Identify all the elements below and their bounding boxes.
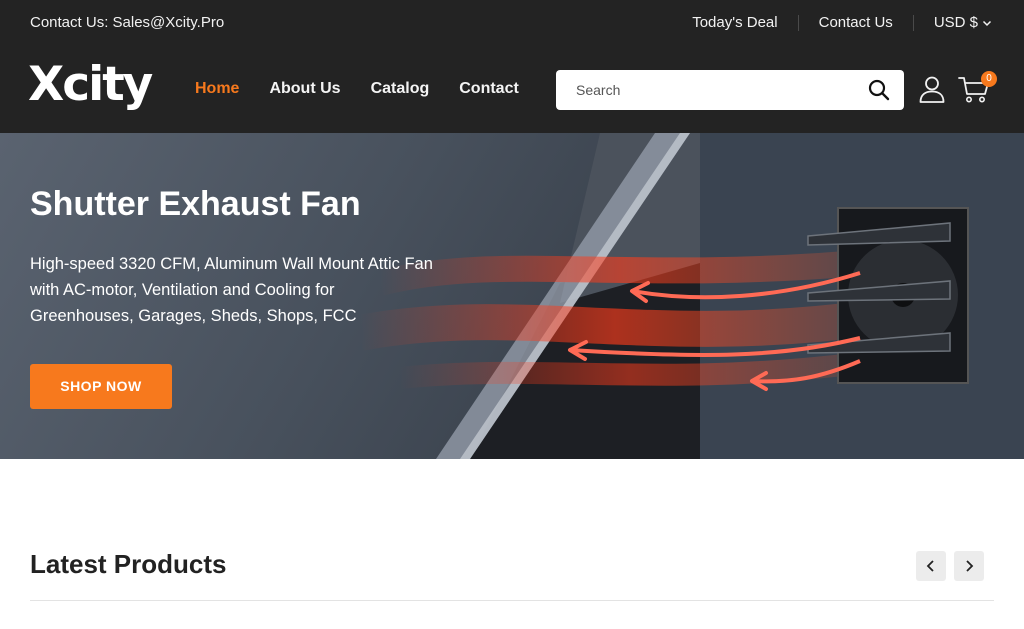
nav-home[interactable]: Home [195,80,239,98]
logo-text: Xcity [28,57,153,112]
nav-contact[interactable]: Contact [459,80,519,98]
user-icon[interactable] [918,75,946,103]
xcity-logo[interactable]: Xcity [28,56,164,122]
main-nav: Home About Us Catalog Contact [195,80,519,98]
search-input[interactable] [556,70,856,110]
hero-description: High-speed 3320 CFM, Aluminum Wall Mount… [30,255,433,325]
prev-button[interactable] [916,551,946,581]
top-bar: Contact Us: Sales@Xcity.Pro Today's Deal… [0,0,1024,46]
todays-deal-link[interactable]: Today's Deal [672,14,797,31]
search-icon[interactable] [868,79,890,101]
cart-count-badge: 0 [981,71,997,87]
hero-banner: Shutter Exhaust Fan High-speed 3320 CFM,… [0,133,1024,459]
currency-label: USD $ [933,14,978,31]
hero-title: Shutter Exhaust Fan [30,185,361,223]
top-links: Today's Deal Contact Us USD $ [672,14,992,31]
contact-email[interactable]: Contact Us: Sales@Xcity.Pro [30,14,224,31]
latest-products-title: Latest Products [30,549,227,579]
contact-us-link[interactable]: Contact Us [799,14,913,31]
nav-about-us[interactable]: About Us [269,80,340,98]
chevron-right-icon [966,560,974,572]
shop-now-button[interactable]: SHOP NOW [30,364,172,409]
next-button[interactable] [954,551,984,581]
search-box [556,70,904,110]
section-divider [30,600,994,601]
chevron-left-icon [926,560,934,572]
currency-selector[interactable]: USD $ [914,14,992,31]
chevron-down-icon [982,20,992,26]
nav-catalog[interactable]: Catalog [371,80,430,98]
site-header: Contact Us: Sales@Xcity.Pro Today's Deal… [0,0,1024,133]
